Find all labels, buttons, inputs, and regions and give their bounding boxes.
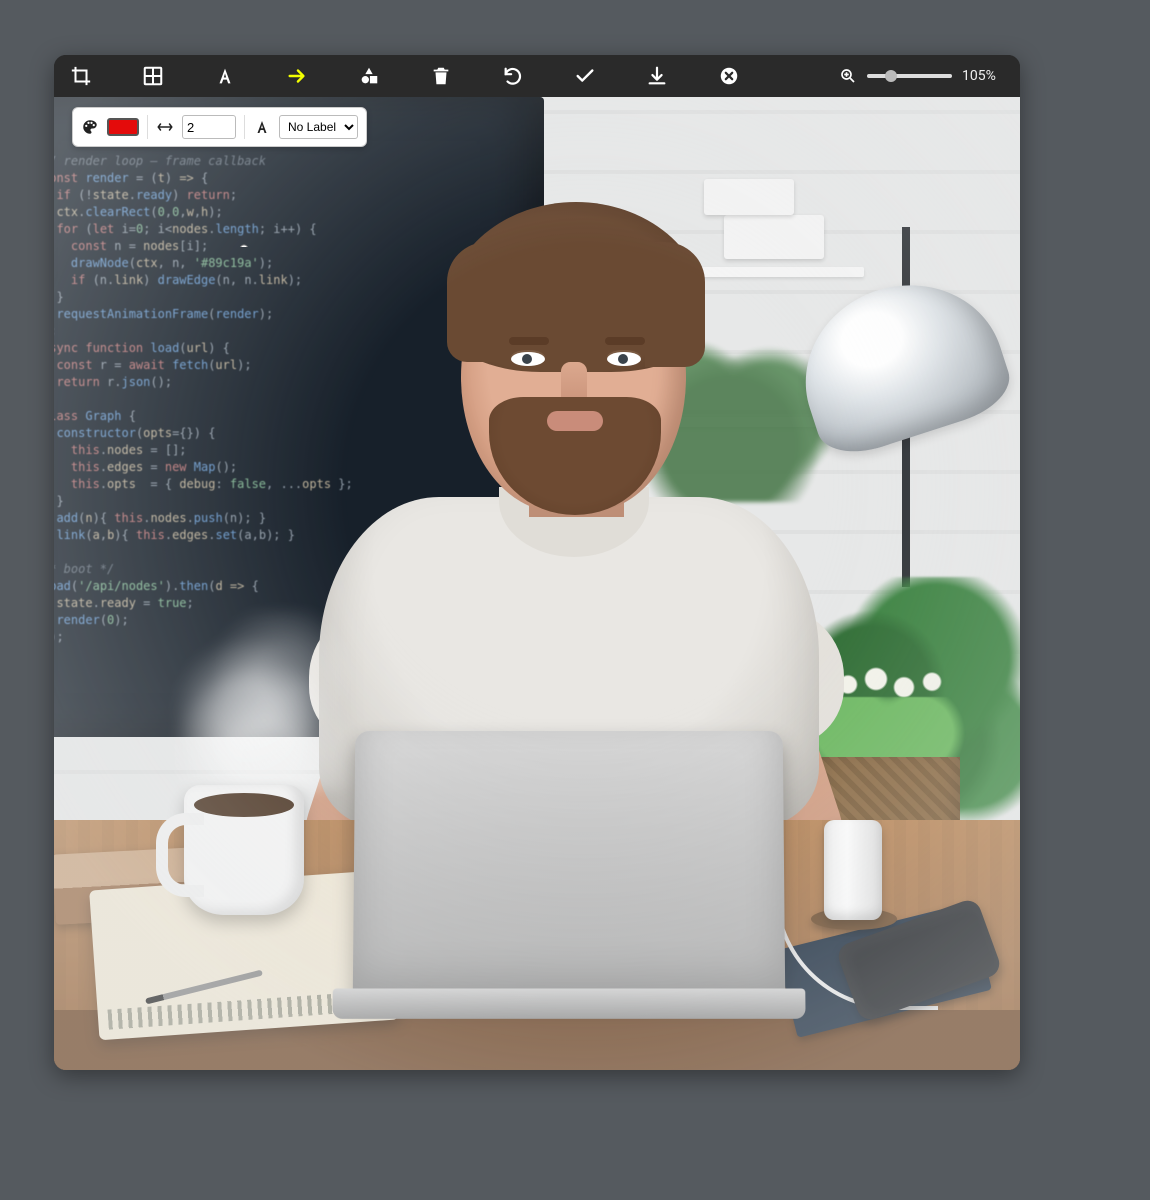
canvas-image: // render loop — frame callback const re… [54,97,1020,1070]
zoom-value: 105% [962,68,1006,84]
arrow-width-input[interactable] [182,115,236,139]
arrow-color-swatch[interactable] [107,118,139,136]
zoom-controls: 105% [839,67,1006,85]
zoom-slider[interactable] [867,74,952,78]
arrow-options-panel: No Label [72,107,367,147]
delete-tool[interactable] [428,63,454,89]
editor-canvas[interactable]: // render loop — frame callback const re… [54,97,1020,1070]
shapes-tool[interactable] [356,63,382,89]
label-text-icon [253,118,271,136]
arrow-tool[interactable] [284,63,310,89]
editor-toolbar: 105% [54,55,1020,97]
image-editor: 105% // render loop — frame callback con… [54,55,1020,1070]
palette-icon[interactable] [81,118,99,136]
undo-tool[interactable] [500,63,526,89]
zoom-icon[interactable] [839,67,857,85]
arrow-width-icon [156,118,174,136]
confirm-tool[interactable] [572,63,598,89]
arrow-label-select[interactable]: No Label [279,115,358,139]
close-tool[interactable] [716,63,742,89]
toolbar-tools [68,63,742,89]
text-tool[interactable] [212,63,238,89]
crop-tool[interactable] [68,63,94,89]
download-tool[interactable] [644,63,670,89]
grid-tool[interactable] [140,63,166,89]
